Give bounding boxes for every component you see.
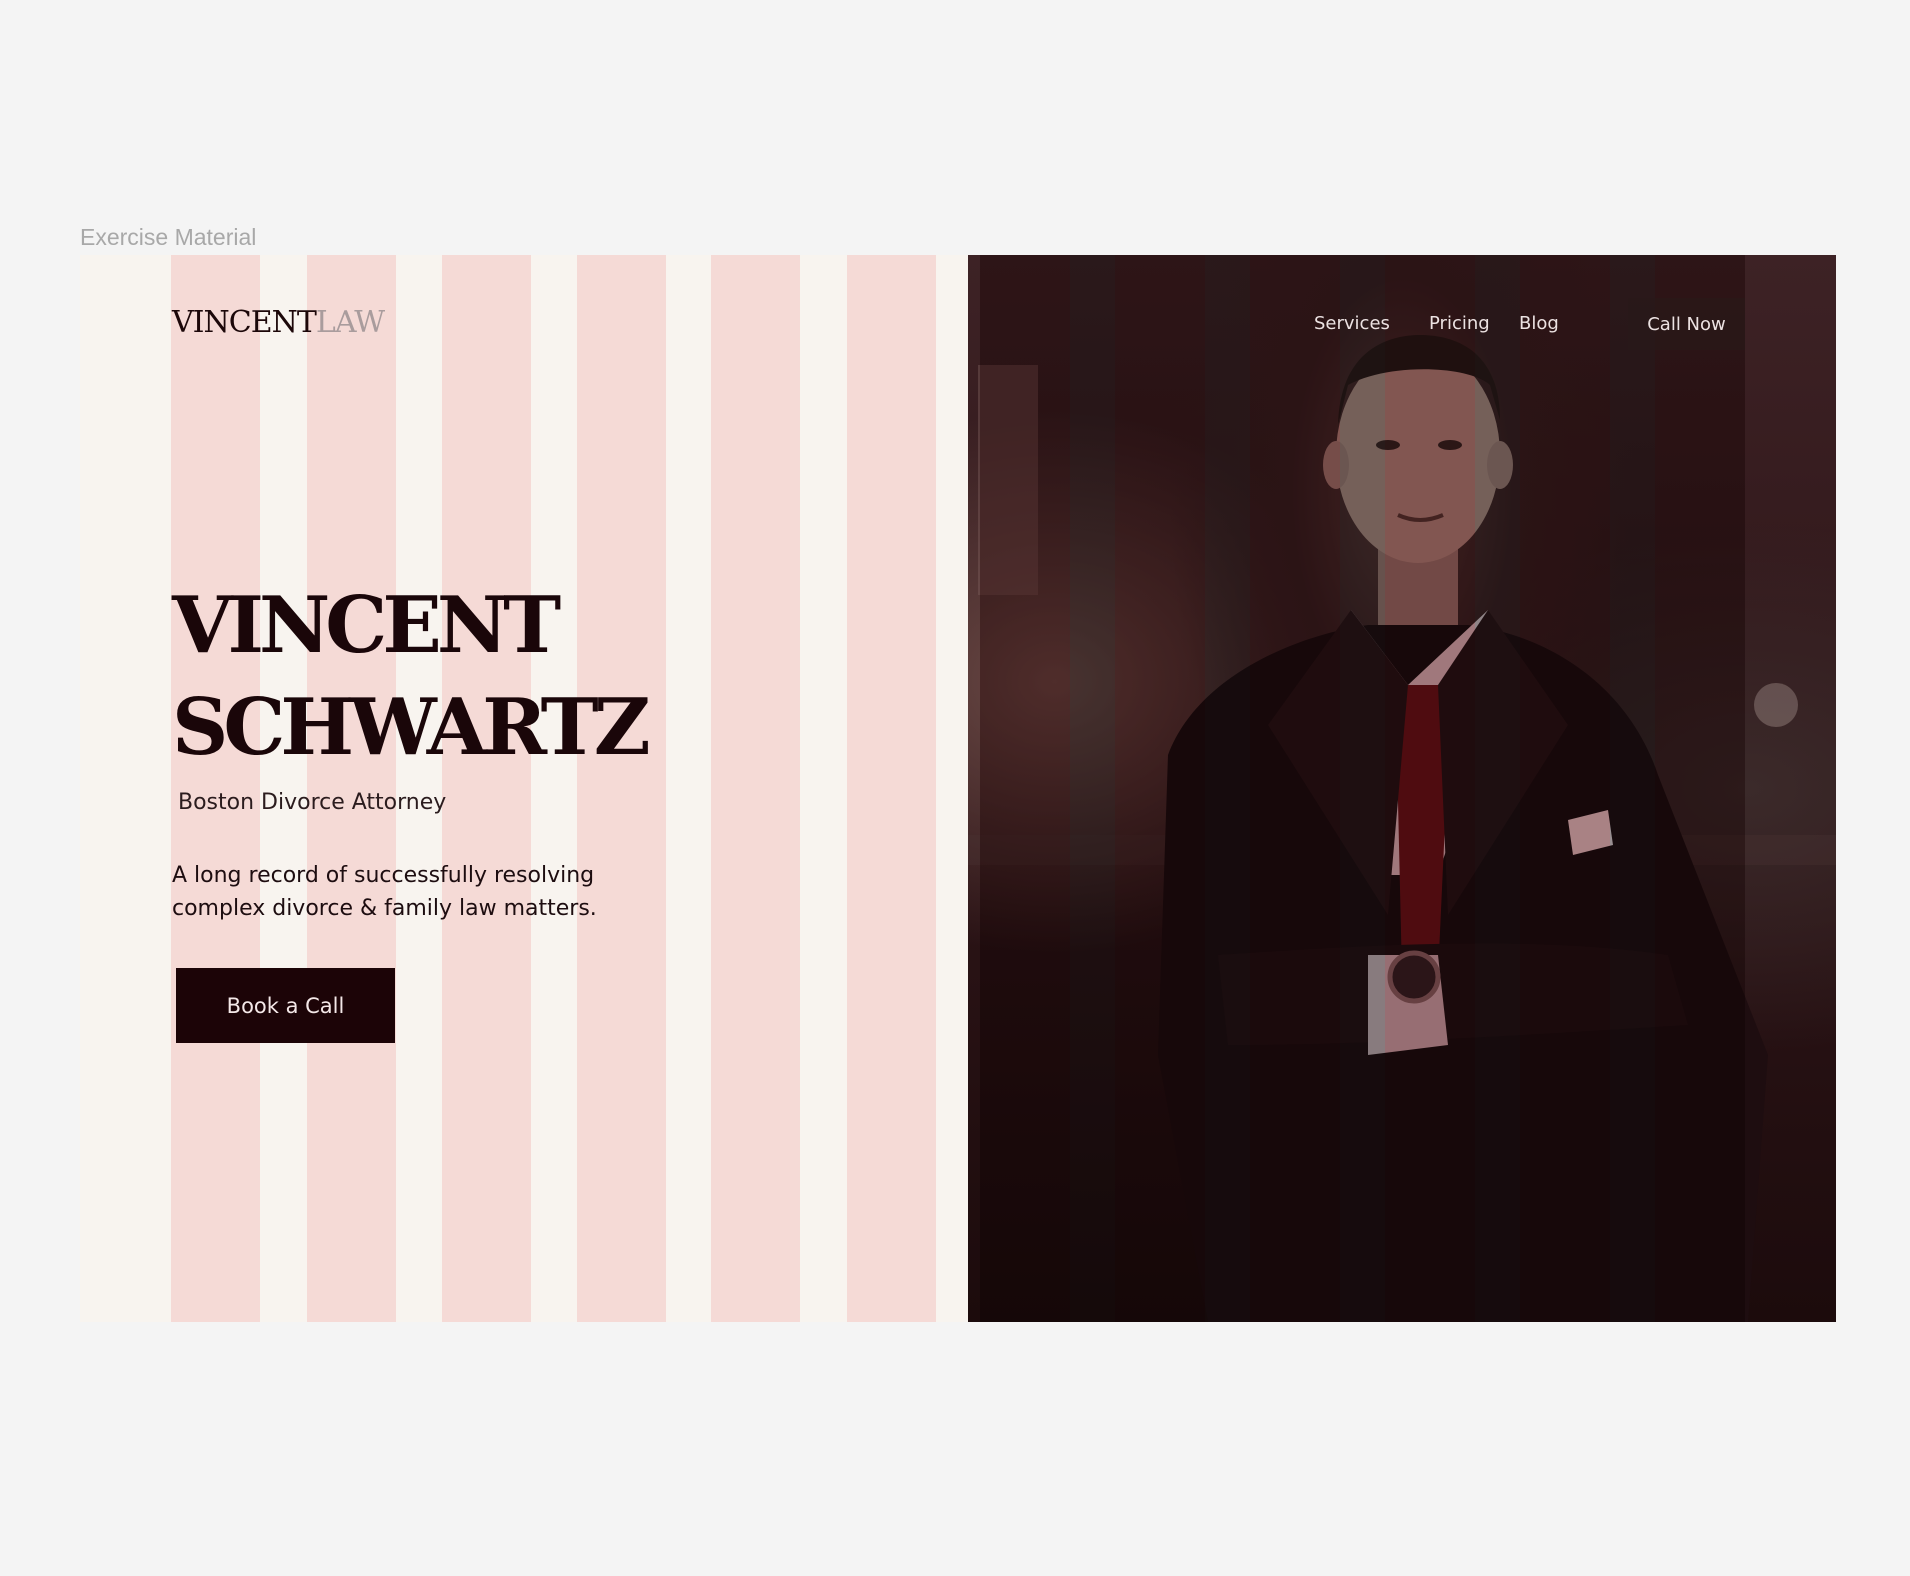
nav-services-link[interactable]: Services — [1314, 313, 1390, 334]
hero-subtitle: Boston Divorce Attorney — [178, 790, 447, 815]
logo-primary: VINCENT — [172, 305, 317, 340]
grid-gutter-overlay — [1475, 255, 1520, 1322]
hero-description: A long record of successfully resolving … — [172, 863, 597, 921]
grid-column-overlay — [1655, 255, 1745, 1322]
grid-gutter-overlay — [1340, 255, 1385, 1322]
nav-blog-link[interactable]: Blog — [1519, 313, 1559, 334]
grid-column-overlay — [1520, 255, 1610, 1322]
grid-column-overlay — [980, 255, 1070, 1322]
logo[interactable]: VINCENTLAW — [172, 305, 385, 340]
hero-title-line-2: SCHWARTZ — [172, 682, 651, 773]
hero-title: VINCENT SCHWARTZ — [172, 575, 651, 779]
landing-frame: VINCENTLAW VINCENT SCHWARTZ Boston Divor… — [80, 255, 1836, 1322]
hero-photo-panel: Services Pricing Blog Call Now — [968, 255, 1836, 1322]
grid-column-overlay — [307, 255, 396, 1322]
grid-column-overlay — [711, 255, 800, 1322]
grid-column-overlay — [442, 255, 531, 1322]
call-now-button[interactable]: Call Now — [1628, 298, 1745, 350]
grid-column-overlay — [1385, 255, 1475, 1322]
frame-label: Exercise Material — [80, 224, 257, 250]
hero-left-panel: VINCENTLAW VINCENT SCHWARTZ Boston Divor… — [80, 255, 968, 1322]
grid-column-overlay — [171, 255, 260, 1322]
book-a-call-button[interactable]: Book a Call — [176, 968, 395, 1043]
grid-gutter-overlay — [1610, 255, 1655, 1322]
grid-column-overlay — [1250, 255, 1340, 1322]
grid-column-overlay — [577, 255, 666, 1322]
logo-secondary: LAW — [315, 305, 385, 340]
grid-gutter-overlay — [1205, 255, 1250, 1322]
hero-title-line-1: VINCENT — [172, 580, 561, 671]
grid-column-overlay — [847, 255, 936, 1322]
grid-gutter-overlay — [1070, 255, 1115, 1322]
nav-pricing-link[interactable]: Pricing — [1429, 313, 1490, 334]
grid-column-overlay — [1115, 255, 1205, 1322]
